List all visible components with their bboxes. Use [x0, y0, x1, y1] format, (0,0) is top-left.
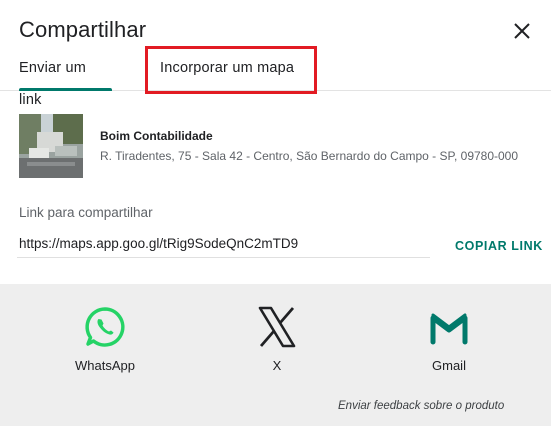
whatsapp-icon	[85, 307, 125, 347]
tab-send-link-label: Enviar um link	[19, 60, 87, 108]
tab-selected-indicator	[19, 88, 112, 91]
close-icon	[514, 23, 530, 39]
share-options-panel: WhatsApp X Gmail Enviar feedback sobre o…	[0, 284, 551, 426]
close-button[interactable]	[508, 17, 536, 45]
feedback-link[interactable]: Enviar feedback sobre o produto	[338, 400, 504, 412]
place-name: Boim Contabilidade	[100, 129, 213, 143]
link-label: Link para compartilhar	[19, 205, 153, 220]
share-tabs: Enviar um link Incorporar um mapa	[0, 52, 551, 108]
share-whatsapp-button[interactable]: WhatsApp	[50, 306, 160, 386]
place-address: R. Tiradentes, 75 - Sala 42 - Centro, Sã…	[100, 149, 519, 163]
place-summary: Boim Contabilidade R. Tiradentes, 75 - S…	[19, 114, 539, 178]
share-dialog: Compartilhar Enviar um link Incorporar u…	[0, 0, 551, 426]
x-logo-icon	[258, 306, 296, 348]
tab-send-link[interactable]: Enviar um link	[19, 52, 112, 108]
link-field-underline	[17, 257, 430, 258]
share-link-field[interactable]: https://maps.app.goo.gl/tRig9SodeQnC2mTD…	[19, 236, 298, 251]
dialog-title: Compartilhar	[19, 17, 147, 42]
x-label: X	[272, 358, 282, 373]
whatsapp-label: WhatsApp	[75, 358, 135, 373]
share-gmail-button[interactable]: Gmail	[394, 306, 504, 386]
tab-embed-map-label: Incorporar um mapa	[160, 60, 295, 76]
place-thumbnail	[19, 114, 83, 178]
tab-embed-map[interactable]: Incorporar um mapa	[160, 52, 294, 90]
copy-link-button[interactable]: COPIAR LINK	[455, 239, 543, 253]
gmail-label: Gmail	[432, 358, 466, 373]
share-x-button[interactable]: X	[222, 306, 332, 386]
gmail-icon	[430, 313, 468, 345]
